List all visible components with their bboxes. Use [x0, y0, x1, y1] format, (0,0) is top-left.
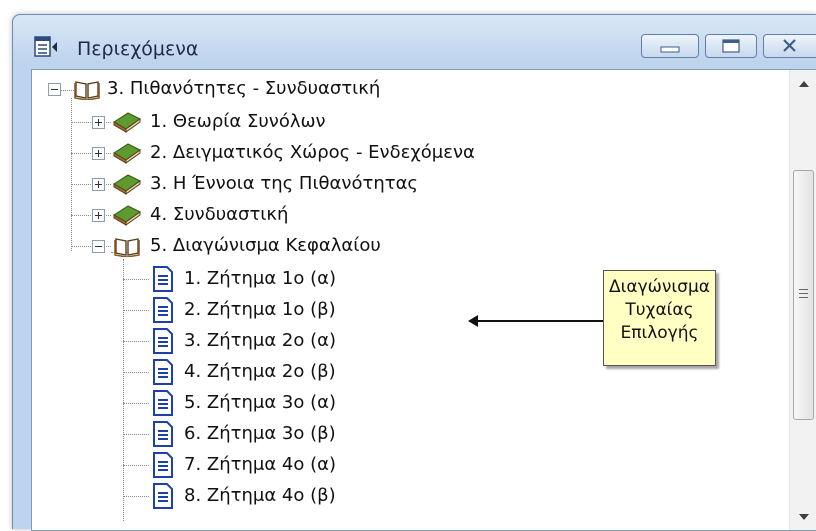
- page-icon: [152, 266, 174, 296]
- contents-window-icon[interactable]: [34, 36, 58, 58]
- tree-connector: [123, 496, 149, 497]
- tree-page-label: 3. Ζήτημα 2ο (α): [184, 330, 337, 351]
- contents-panel: 3. Πιθανότητες - Συνδυαστική 1. Θεωρία Σ…: [31, 69, 816, 531]
- tree-chapter-label: 1. Θεωρία Συνόλων: [150, 111, 326, 132]
- tree-chapter-label: 3. Η Έννοια της Πιθανότητας: [150, 173, 418, 194]
- collapse-toggle[interactable]: [92, 240, 105, 253]
- tree-connector: [123, 434, 149, 435]
- close-button[interactable]: [763, 34, 816, 58]
- tree-connector: [123, 341, 149, 342]
- tree-chapter-label: 5. Διαγώνισμα Κεφαλαίου: [150, 235, 381, 256]
- scroll-up-arrow-icon: [799, 81, 809, 87]
- collapse-toggle[interactable]: [48, 83, 61, 96]
- callout-note: Διαγώνισμα Τυχαίας Επιλογής: [603, 270, 716, 366]
- expand-toggle[interactable]: [92, 147, 105, 160]
- open-book-icon: [114, 235, 140, 261]
- scroll-down-button[interactable]: [790, 504, 816, 530]
- callout-line-3: Επιλογής: [620, 323, 699, 343]
- thumb-grip: [799, 293, 808, 294]
- scroll-up-button[interactable]: [790, 70, 816, 96]
- vertical-scrollbar[interactable]: [789, 70, 816, 530]
- thumb-grip: [799, 297, 808, 298]
- tree-page-label: 2. Ζήτημα 1ο (β): [184, 299, 336, 320]
- title-bar[interactable]: Περιεχόμενα: [13, 15, 816, 65]
- tree-page-label: 7. Ζήτημα 4ο (α): [184, 454, 337, 475]
- tree-connector: [71, 246, 111, 247]
- tree-root-label: 3. Πιθανότητες - Συνδυαστική: [107, 78, 381, 99]
- page-icon: [152, 297, 174, 327]
- tree-connector: [71, 215, 111, 216]
- thumb-grip: [799, 289, 808, 290]
- page-icon: [152, 359, 174, 389]
- scrollbar-thumb[interactable]: [793, 170, 814, 420]
- tree-chapter-label: 4. Συνδυαστική: [150, 204, 289, 225]
- page-icon: [152, 483, 174, 513]
- tree-connector: [123, 403, 149, 404]
- close-icon: [783, 39, 796, 52]
- page-icon: [152, 452, 174, 482]
- page-icon: [152, 328, 174, 358]
- tree-page-label: 1. Ζήτημα 1ο (α): [184, 268, 337, 289]
- expand-toggle[interactable]: [92, 116, 105, 129]
- callout-arrow: [476, 320, 603, 322]
- maximize-icon: [722, 39, 740, 53]
- page-icon: [152, 421, 174, 451]
- maximize-button[interactable]: [705, 34, 757, 58]
- book-icon: [112, 141, 142, 169]
- book-icon: [112, 203, 142, 231]
- page-icon: [152, 390, 174, 420]
- book-icon: [112, 172, 142, 200]
- tree-connector: [71, 153, 111, 154]
- tree-connector: [71, 122, 111, 123]
- expand-toggle[interactable]: [92, 209, 105, 222]
- callout-arrowhead-icon: [468, 315, 478, 327]
- tree-connector: [71, 98, 72, 251]
- tree-connector: [123, 465, 149, 466]
- minimize-icon: [660, 46, 680, 53]
- tree-page-label: 8. Ζήτημα 4ο (β): [184, 485, 336, 506]
- minimize-button[interactable]: [641, 34, 699, 58]
- scroll-down-arrow-icon: [799, 514, 809, 520]
- callout-line-2: Τυχαίας: [625, 300, 694, 320]
- tree-page-label: 6. Ζήτημα 3ο (β): [184, 423, 336, 444]
- expand-toggle[interactable]: [92, 178, 105, 191]
- tree-page-label: 4. Ζήτημα 2ο (β): [184, 361, 336, 382]
- tree-connector: [123, 372, 149, 373]
- tree-connector: [123, 310, 149, 311]
- tree-connector: [123, 259, 124, 521]
- tree-page-label: 5. Ζήτημα 3ο (α): [184, 392, 337, 413]
- open-book-icon: [74, 78, 100, 104]
- callout-line-1: Διαγώνισμα: [609, 277, 710, 297]
- contents-window: Περιεχόμενα 3. Πιθανότητες - Συνδυαστική…: [12, 14, 816, 531]
- book-icon: [112, 110, 142, 138]
- tree-connector: [123, 279, 149, 280]
- tree-chapter-label: 2. Δειγματικός Χώρος - Ενδεχόμενα: [150, 142, 475, 163]
- tree-connector: [71, 184, 111, 185]
- window-title: Περιεχόμενα: [77, 38, 199, 60]
